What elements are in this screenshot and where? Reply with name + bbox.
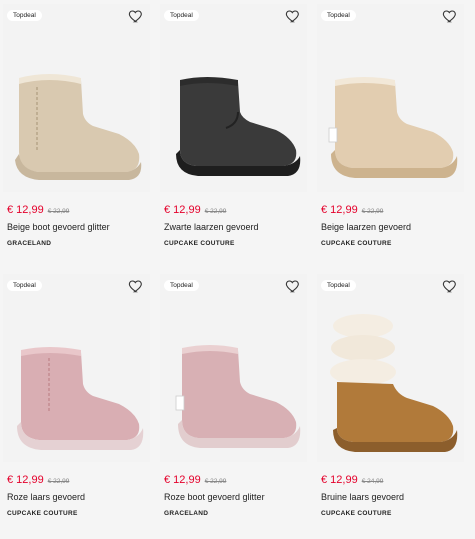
product-name[interactable]: Roze boot gevoerd glitter — [164, 492, 265, 502]
product-image-area[interactable]: Topdeal — [160, 4, 307, 192]
heart-icon[interactable] — [285, 8, 301, 24]
topdeal-badge: Topdeal — [164, 280, 199, 291]
product-card[interactable]: Topdeal € 12,99 € 22,99 Roze boot gevoer… — [160, 274, 307, 537]
boot-image — [175, 345, 301, 448]
product-name[interactable]: Zwarte laarzen gevoerd — [164, 222, 259, 232]
price-row: € 12,99 € 22,99 — [164, 204, 226, 216]
boot-image — [17, 347, 144, 450]
product-brand: CUPCAKE COUTURE — [321, 240, 392, 247]
product-brand: CUPCAKE COUTURE — [321, 510, 392, 517]
product-card[interactable]: Topdeal € 12,99 € 24,99 Bruine laars gev… — [317, 274, 464, 537]
boot-image — [330, 314, 458, 452]
sale-price: € 12,99 — [7, 204, 44, 216]
product-card[interactable]: Topdeal € 12,99 € 22,99 Roze laars gevoe… — [3, 274, 150, 537]
boot-image — [328, 77, 458, 178]
heart-icon[interactable] — [442, 8, 458, 24]
boot-image — [15, 74, 142, 180]
sale-price: € 12,99 — [164, 474, 201, 486]
price-row: € 12,99 € 22,99 — [321, 204, 383, 216]
topdeal-badge: Topdeal — [321, 280, 356, 291]
product-card[interactable]: Topdeal € 12,99 € 22,99 Beige boot gevoe… — [3, 4, 150, 267]
boot-image — [176, 77, 301, 176]
product-image-area[interactable]: Topdeal — [3, 4, 150, 192]
product-name[interactable]: Bruine laars gevoerd — [321, 492, 404, 502]
product-brand: GRACELAND — [7, 240, 52, 247]
topdeal-badge: Topdeal — [7, 10, 42, 21]
product-image-area[interactable]: Topdeal — [317, 274, 464, 462]
product-name[interactable]: Roze laars gevoerd — [7, 492, 85, 502]
old-price: € 22,99 — [361, 208, 384, 215]
price-row: € 12,99 € 22,99 — [7, 474, 69, 486]
product-brand: GRACELAND — [164, 510, 209, 517]
product-card[interactable]: Topdeal € 12,99 € 22,99 Zwarte laarzen g… — [160, 4, 307, 267]
old-price: € 22,99 — [47, 208, 70, 215]
sale-price: € 12,99 — [164, 204, 201, 216]
product-image-area[interactable]: Topdeal — [160, 274, 307, 462]
product-name[interactable]: Beige laarzen gevoerd — [321, 222, 411, 232]
sale-price: € 12,99 — [7, 474, 44, 486]
product-image-area[interactable]: Topdeal — [3, 274, 150, 462]
old-price: € 22,99 — [204, 478, 227, 485]
product-card[interactable]: Topdeal € 12,99 € 22,99 Beige laarzen ge… — [317, 4, 464, 267]
product-image-area[interactable]: Topdeal — [317, 4, 464, 192]
product-brand: CUPCAKE COUTURE — [164, 240, 235, 247]
topdeal-badge: Topdeal — [164, 10, 199, 21]
topdeal-badge: Topdeal — [7, 280, 42, 291]
price-row: € 12,99 € 22,99 — [7, 204, 69, 216]
old-price: € 22,99 — [204, 208, 227, 215]
heart-icon[interactable] — [442, 278, 458, 294]
product-grid: Topdeal € 12,99 € 22,99 Beige boot gevoe… — [0, 0, 475, 539]
old-price: € 24,99 — [361, 478, 384, 485]
heart-icon[interactable] — [285, 278, 301, 294]
old-price: € 22,99 — [47, 478, 70, 485]
heart-icon[interactable] — [128, 8, 144, 24]
topdeal-badge: Topdeal — [321, 10, 356, 21]
sale-price: € 12,99 — [321, 474, 358, 486]
price-row: € 12,99 € 22,99 — [164, 474, 226, 486]
product-name[interactable]: Beige boot gevoerd glitter — [7, 222, 110, 232]
sale-price: € 12,99 — [321, 204, 358, 216]
product-brand: CUPCAKE COUTURE — [7, 510, 78, 517]
price-row: € 12,99 € 24,99 — [321, 474, 383, 486]
heart-icon[interactable] — [128, 278, 144, 294]
